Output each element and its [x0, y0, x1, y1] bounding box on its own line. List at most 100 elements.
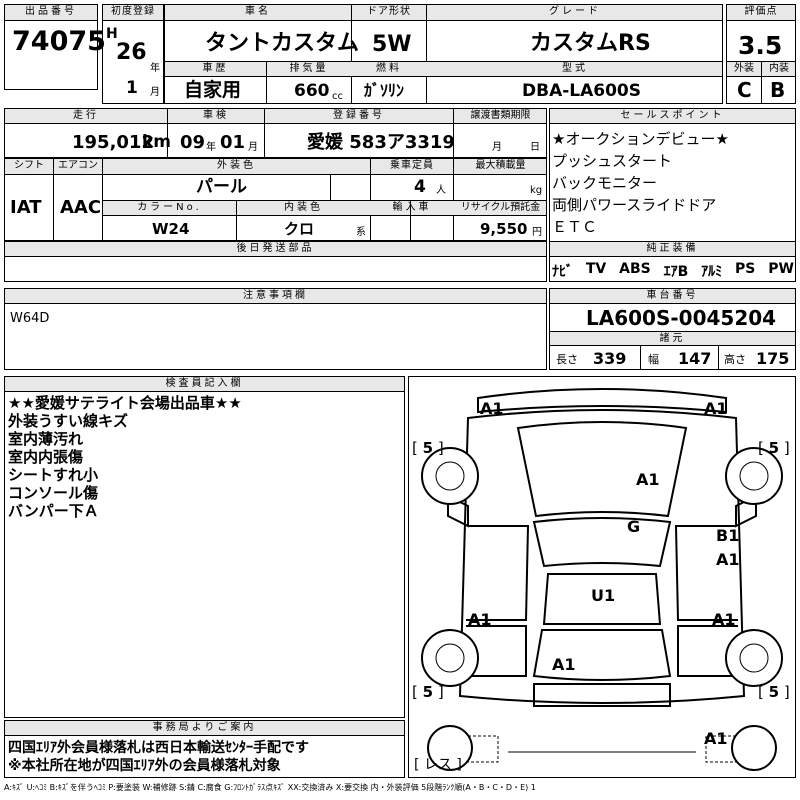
- int-color-value: クロ: [284, 220, 315, 238]
- inspector-label: 検査員記入欄: [165, 378, 244, 389]
- sales-points-list: ★オークションデビュー★ プッシュスタート バックモニター 両側パワースライドド…: [552, 128, 792, 238]
- inspector-note: ★★愛媛サテライト会場出品車★★: [8, 394, 242, 412]
- aircon-value: AAC: [60, 197, 102, 218]
- door-type: 5W: [372, 32, 412, 57]
- tire-fl-reading: [ 5 ]: [412, 439, 444, 457]
- score-value: 3.5: [738, 31, 783, 60]
- capacity-value: 4: [414, 177, 426, 197]
- genuine-item: PW: [768, 261, 794, 277]
- tire-fr-value: 5: [768, 439, 780, 457]
- max-load-unit: kg: [530, 185, 543, 196]
- height-value: 175: [756, 349, 790, 368]
- score-label: 評価点: [744, 6, 778, 17]
- aircon-label: エアコン: [58, 160, 98, 171]
- ext-color-value: パール: [196, 177, 247, 197]
- office-line: 四国ｴﾘｱ外会員様落札は西日本輸送ｾﾝﾀｰ手配です: [8, 740, 309, 756]
- first-reg-year: 26: [116, 40, 147, 65]
- registration-label: 登録番号: [333, 110, 385, 121]
- door-label: ドア形状: [367, 6, 411, 17]
- inspector-notes: ★★愛媛サテライト会場出品車★★ 外装うすい線キズ 室内薄汚れ 室内内張傷 シー…: [8, 394, 398, 520]
- mark-right-door-2: A1: [716, 550, 740, 569]
- max-load-label: 最大積載量: [475, 160, 526, 171]
- mark-right-door-1: B1: [716, 526, 740, 545]
- mark-right-rear: A1: [712, 610, 736, 629]
- recycle-value: 9,550: [480, 220, 528, 238]
- first-reg-label: 初度登録: [111, 6, 155, 17]
- genuine-item: ｴｱB: [663, 264, 689, 280]
- fuel-value: ｶﾞｿﾘﾝ: [364, 81, 405, 100]
- length-label: 長さ: [556, 353, 578, 366]
- history-value: 自家用: [184, 79, 242, 101]
- transfer-month-unit: 月: [492, 142, 502, 153]
- genuine-item: ｱﾙﾐ: [701, 264, 723, 280]
- office-label: 事務局よりご案内: [152, 722, 257, 733]
- inspector-note: 室内薄汚れ: [8, 430, 84, 448]
- genuine-item: PS: [735, 261, 756, 277]
- tire-rl-reading: [ 5 ]: [412, 683, 444, 701]
- fuel-label: 燃料: [376, 63, 402, 74]
- tire-rr-reading: [ 5 ]: [758, 683, 790, 701]
- width-label: 幅: [648, 353, 659, 366]
- inspection-year: 09: [180, 132, 206, 153]
- lot-label: 出品番号: [25, 6, 77, 17]
- mark-windshield: G: [627, 517, 641, 536]
- transfer-label: 譲渡書類期限: [470, 110, 531, 121]
- registration-value: 愛媛 583ア3319: [307, 132, 455, 153]
- tire-rr-value: 5: [768, 683, 780, 701]
- recycle-unit: 円: [532, 227, 542, 238]
- int-color-unit: 系: [356, 227, 366, 238]
- shift-label: シフト: [14, 160, 44, 171]
- first-reg-year-unit: 年: [150, 63, 160, 74]
- legend: A:ｷｽﾞ U:ﾍｺﾐ B:ｷｽﾞを伴うﾍｺﾐ P:要塗装 W:補修跡 S:錆 …: [4, 783, 536, 792]
- inspector-note: シートすれ小: [8, 466, 99, 484]
- genuine-list: ﾅﾋﾞ TV ABS ｴｱB ｱﾙﾐ PS PW: [552, 261, 794, 281]
- int-color-label: 内装色: [284, 202, 323, 213]
- inspection-year-unit: 年: [206, 142, 216, 153]
- sales-point: バックモニター: [552, 174, 658, 192]
- shift-value: IAT: [10, 197, 42, 218]
- model-value: DBA-LA600S: [522, 81, 641, 101]
- sales-point: ＥＴＣ: [552, 218, 598, 236]
- displacement-unit: cc: [332, 91, 343, 102]
- first-reg-month: 1: [126, 78, 138, 98]
- inspector-note: コンソール傷: [8, 484, 99, 502]
- spare-tire-value: レス: [423, 757, 452, 773]
- capacity-label: 乗車定員: [390, 160, 434, 171]
- color-no-value: W24: [152, 220, 190, 238]
- sales-points-label: セールスポイント: [620, 110, 725, 121]
- sales-point: 両側パワースライドドア: [552, 196, 717, 214]
- mileage-unit: km: [142, 132, 172, 152]
- width-value: 147: [678, 349, 712, 368]
- exterior-grade-value: C: [737, 78, 752, 102]
- mark-roof: U1: [591, 586, 616, 605]
- specs-label: 諸元: [659, 333, 686, 344]
- car-name: タントカスタム: [205, 31, 360, 56]
- caution-value: W64D: [10, 311, 50, 326]
- genuine-item: ﾅﾋﾞ: [552, 264, 573, 280]
- height-label: 高さ: [724, 353, 746, 366]
- mark-left-rear: A1: [468, 610, 492, 629]
- displacement-value: 660: [294, 81, 330, 101]
- interior-grade-label: 内装: [769, 63, 789, 74]
- ext-color-label: 外装色: [217, 160, 256, 171]
- inspection-label: 車検: [203, 110, 229, 121]
- first-reg-era: H: [106, 26, 118, 42]
- genuine-item: ABS: [619, 261, 651, 277]
- first-reg-month-unit: 月: [150, 87, 160, 98]
- import-label: 輸入車: [392, 202, 432, 213]
- length-value: 339: [593, 349, 627, 368]
- tire-rl-value: 5: [422, 683, 434, 701]
- chassis-value: LA600S-0045204: [586, 306, 777, 330]
- office-line: ※本社所在地が四国ｴﾘｱ外の会員様落札対象: [8, 758, 281, 774]
- inspection-month: 01: [220, 132, 246, 153]
- recycle-label: リサイクル預託金: [460, 202, 541, 213]
- sales-point: ★オークションデビュー★: [552, 130, 729, 148]
- later-parts-label: 後日発送部品: [236, 243, 315, 254]
- tire-fl-value: 5: [422, 439, 434, 457]
- displacement-label: 排気量: [289, 63, 329, 74]
- color-no-label: カラーNo.: [137, 202, 202, 213]
- sales-point: プッシュスタート: [552, 152, 673, 170]
- inspector-note: 外装うすい線キズ: [8, 412, 129, 430]
- mark-front-right: A1: [704, 399, 728, 418]
- car-name-label: 車名: [245, 6, 271, 17]
